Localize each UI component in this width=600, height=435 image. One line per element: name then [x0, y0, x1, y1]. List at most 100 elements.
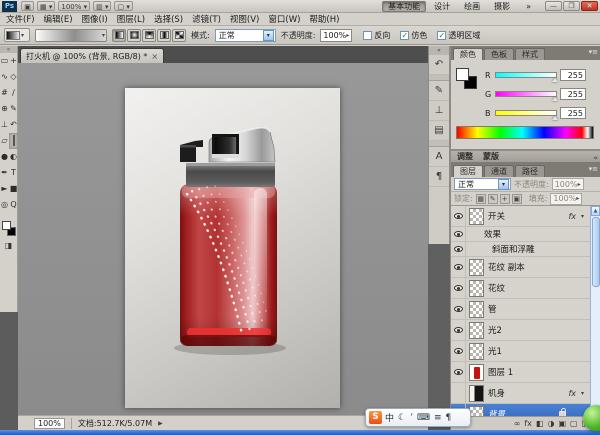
link-layers-icon[interactable]: ∞: [514, 419, 521, 428]
eye-toggle[interactable]: [451, 206, 466, 226]
layer-thumbnail[interactable]: [469, 259, 484, 276]
layer-row-4[interactable]: 花纹 副本: [451, 257, 590, 278]
minimize-button[interactable]: —: [545, 1, 562, 11]
layer-thumbnail[interactable]: [469, 364, 484, 381]
eye-toggle[interactable]: [451, 242, 466, 256]
layer-fx-badge[interactable]: fx: [568, 389, 576, 398]
crop-tool-icon[interactable]: #: [0, 85, 9, 101]
layers-tab-3[interactable]: 路径: [515, 165, 545, 177]
slider-track[interactable]: [495, 91, 557, 97]
ime-menu-icon[interactable]: ≡: [434, 413, 442, 423]
blend-mode-select[interactable]: 正常 ▾: [215, 29, 276, 42]
close-button[interactable]: ✕: [581, 1, 598, 11]
lock-icon-4[interactable]: ▣: [512, 194, 522, 204]
slider-value-input[interactable]: 255: [560, 88, 586, 100]
zoom-level-dropdown[interactable]: 100% ▾: [58, 1, 90, 11]
dither-checkbox[interactable]: ✓仿色: [400, 30, 427, 41]
opacity-input[interactable]: 100% ▸: [320, 29, 352, 42]
dodge-tool-icon[interactable]: ◐: [9, 149, 18, 165]
lock-icon-1[interactable]: ▦: [476, 194, 486, 204]
layer-blend-mode-select[interactable]: 正常 ▾: [454, 178, 511, 190]
layer-mask-icon[interactable]: ◧: [536, 419, 544, 428]
close-tab-icon[interactable]: ×: [151, 52, 158, 61]
history-brush-tool-icon[interactable]: ↶: [9, 117, 18, 133]
layers-tab-2[interactable]: 通道: [484, 165, 514, 177]
quick-selection-tool-icon[interactable]: ◇: [9, 69, 18, 85]
arrange-documents-icon[interactable]: ▥ ▾: [93, 1, 111, 11]
clone-source-panel-icon[interactable]: ⊥: [429, 101, 449, 121]
screen-mode-icon[interactable]: ▢ ▾: [114, 1, 132, 11]
reverse-checkbox[interactable]: 反向: [363, 30, 390, 41]
ime-keyboard-icon[interactable]: ⌨: [417, 413, 430, 423]
eye-toggle[interactable]: [451, 362, 466, 382]
canvas-area[interactable]: [18, 63, 428, 415]
character-panel-icon[interactable]: A: [429, 147, 449, 167]
layer-style-icon[interactable]: fx: [524, 419, 532, 428]
linear-gradient-button[interactable]: [112, 29, 126, 42]
slider-track[interactable]: [495, 110, 557, 116]
color-tab-3[interactable]: 样式: [515, 48, 545, 60]
layer-row-9[interactable]: 图层 1: [451, 362, 590, 383]
panel-menu-icon[interactable]: ▾≡: [589, 48, 598, 56]
move-tool-icon[interactable]: +: [9, 53, 18, 69]
lasso-tool-icon[interactable]: ∿: [0, 69, 9, 85]
layer-row-7[interactable]: 光2: [451, 320, 590, 341]
menu-item-6[interactable]: 滤镜(T): [192, 13, 221, 25]
menu-item-2[interactable]: 编辑(E): [44, 13, 73, 25]
layer-fill-input[interactable]: 100% ▸: [550, 193, 582, 205]
layer-thumbnail[interactable]: [469, 301, 484, 318]
menu-item-4[interactable]: 图层(L): [117, 13, 145, 25]
collapse-icon[interactable]: «: [593, 154, 598, 162]
restore-button[interactable]: ❐: [563, 1, 580, 11]
workspace-button-1[interactable]: 基本功能: [382, 1, 426, 12]
menu-item-7[interactable]: 视图(V): [230, 13, 259, 25]
slider-value-input[interactable]: 255: [560, 107, 586, 119]
layer-opacity-input[interactable]: 100% ▸: [552, 178, 584, 190]
view-extras-icon[interactable]: ▦ ▾: [37, 1, 55, 11]
expand-panels-button[interactable]: «: [429, 46, 449, 55]
color-tab-2[interactable]: 色板: [484, 48, 514, 60]
layer-thumbnail[interactable]: [469, 322, 484, 339]
lock-icon-3[interactable]: +: [500, 194, 510, 204]
eye-toggle[interactable]: [451, 227, 466, 241]
layers-scrollbar[interactable]: ▲ ▼: [590, 206, 600, 428]
eye-toggle[interactable]: [451, 320, 466, 340]
marquee-tool-icon[interactable]: ▭: [0, 53, 9, 69]
new-layer-icon[interactable]: ▢: [570, 419, 578, 428]
scrollbar-thumb[interactable]: [592, 217, 600, 287]
transparency-checkbox[interactable]: ✓透明区域: [437, 30, 480, 41]
quick-mask-button[interactable]: ◨: [0, 241, 17, 250]
chevron-down-icon[interactable]: ▾: [581, 213, 584, 220]
layer-row-1[interactable]: 开关fx▾: [451, 206, 590, 227]
foreground-color-swatch[interactable]: [2, 221, 11, 230]
ime-punct-icon[interactable]: ’: [410, 413, 413, 423]
eye-toggle[interactable]: [451, 383, 466, 403]
history-panel-icon[interactable]: ↶: [429, 55, 449, 75]
clone-stamp-tool-icon[interactable]: ⊥: [0, 117, 9, 133]
tool-preset-picker[interactable]: ▾: [4, 28, 30, 42]
workspace-button-2[interactable]: 设计: [428, 1, 456, 12]
layer-group-icon[interactable]: ▣: [558, 419, 566, 428]
lock-icon-2[interactable]: ✎: [488, 194, 498, 204]
layers-tab-1[interactable]: 图层: [453, 165, 483, 177]
layer-row-6[interactable]: 管: [451, 299, 590, 320]
gradient-preview-picker[interactable]: ▾: [35, 29, 107, 42]
adjustments-panel-header[interactable]: 调整: [457, 151, 473, 162]
eraser-tool-icon[interactable]: ▱: [0, 133, 9, 149]
eyedropper-tool-icon[interactable]: ∕: [9, 85, 18, 101]
panel-menu-icon[interactable]: ▾≡: [589, 165, 598, 173]
layer-thumbnail[interactable]: [469, 208, 484, 225]
workspace-button-4[interactable]: 摄影: [488, 1, 516, 12]
scroll-up-icon[interactable]: ▲: [591, 206, 600, 216]
menu-item-8[interactable]: 窗口(W): [268, 13, 300, 25]
layer-row-8[interactable]: 光1: [451, 341, 590, 362]
zoom-level-input[interactable]: 100%: [34, 418, 65, 429]
brushes-panel-icon[interactable]: ✎: [429, 81, 449, 101]
radial-gradient-button[interactable]: [127, 29, 141, 42]
menu-item-5[interactable]: 选择(S): [154, 13, 183, 25]
color-tab-1[interactable]: 颜色: [453, 48, 483, 60]
layer-thumbnail[interactable]: [469, 280, 484, 297]
hand-tool-icon[interactable]: ◎: [0, 197, 9, 213]
pen-tool-icon[interactable]: ✒: [0, 165, 9, 181]
blur-tool-icon[interactable]: ●: [0, 149, 9, 165]
